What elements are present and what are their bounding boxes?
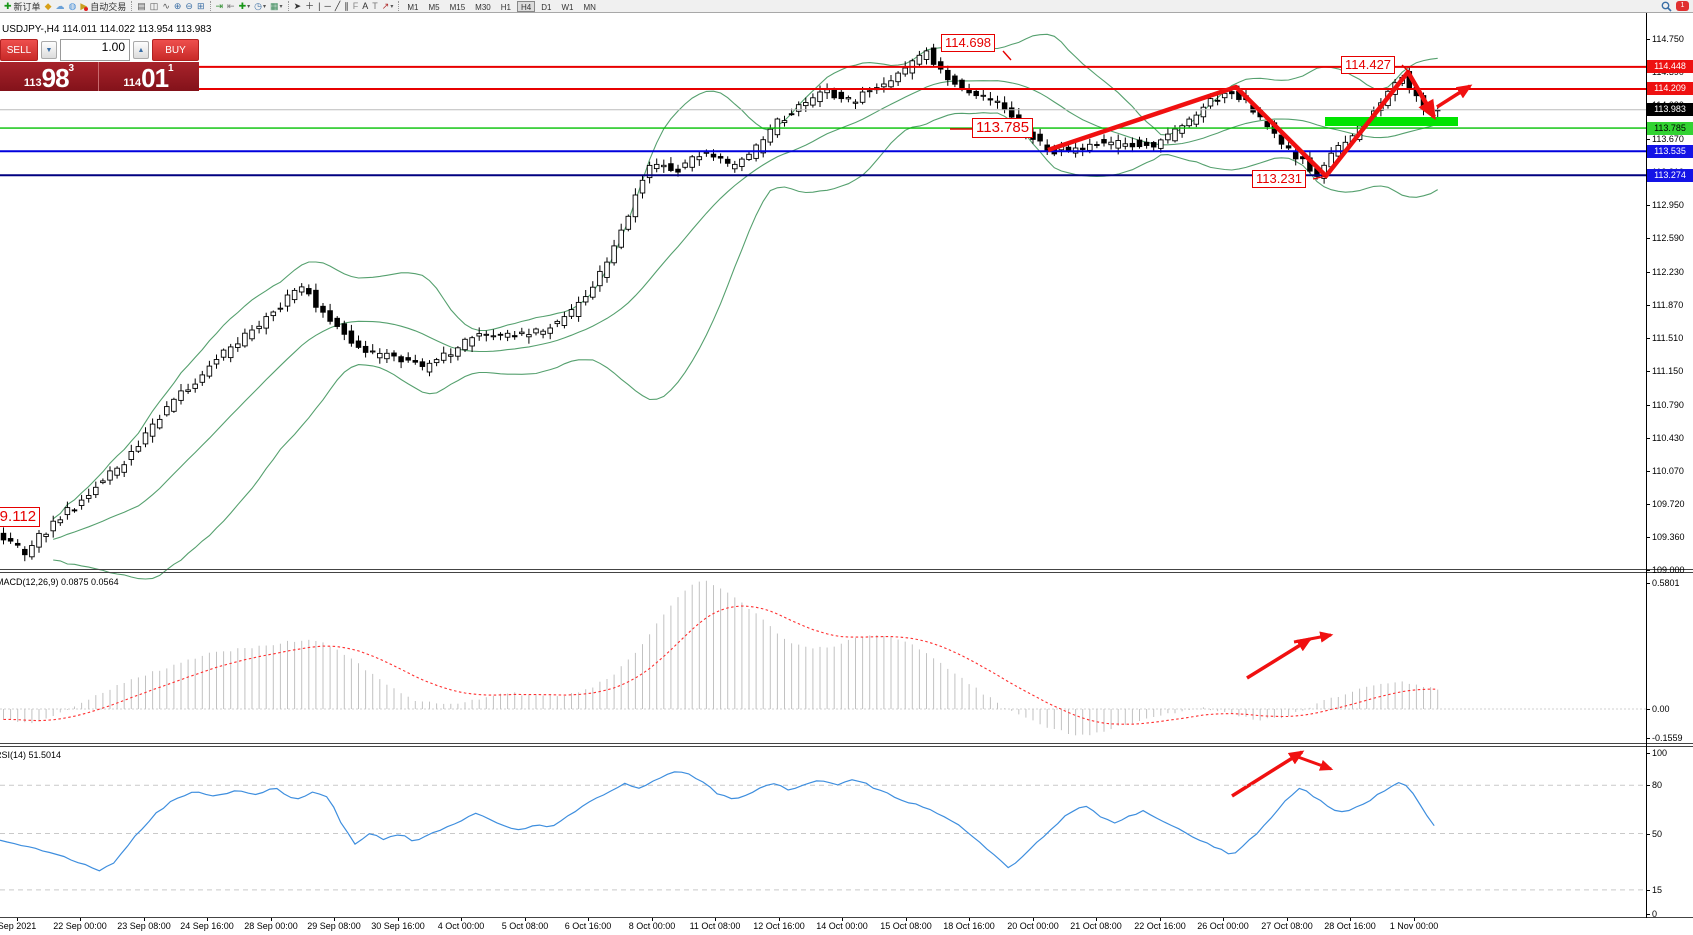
ask-pips: 01 [141,66,168,90]
panel-separator[interactable] [0,572,1693,573]
volume-increase-button[interactable]: ▲ [133,41,149,59]
mt4-terminal-window: ✚新订单◆☁◍▶自动交易▤◫∿⊕⊖⊞⇥⇤✚▾◷▾▦▾➤＋|─╱∥FAT↗▾M1M… [0,0,1693,935]
one-click-trading-widget: SELL ▼ 1.00 ▲ BUY 113 98 3 114 01 1 [0,38,199,91]
bid-price[interactable]: 113 98 3 [0,62,99,91]
volume-decrease-button[interactable]: ▼ [41,41,57,59]
symbol-period-label: USDJPY-,H4 [2,24,59,35]
price-callout[interactable]: 109.112 [0,507,40,527]
volume-input[interactable]: 1.00 [60,39,130,61]
main-chart-panel[interactable] [0,13,1646,569]
chart-title: USDJPY-,H4 114.011 114.022 113.954 113.9… [2,24,211,35]
ask-pipette: 1 [168,64,174,74]
price-callout[interactable]: 113.785 [972,118,1033,138]
buy-button[interactable]: BUY [152,39,199,61]
ask-big-figure: 114 [123,77,141,90]
time-axis[interactable] [0,918,1646,935]
bid-big-figure: 113 [24,77,42,90]
rsi-panel[interactable] [0,748,1646,917]
bid-pips: 98 [42,66,69,90]
price-callout[interactable]: 114.427 [1341,56,1395,74]
macd-label: MACD(12,26,9) 0.0875 0.0564 [0,577,119,587]
macd-panel[interactable] [0,574,1646,743]
price-callout[interactable]: 114.698 [941,34,995,52]
ohlc-values: 114.011 114.022 113.954 113.983 [62,24,211,35]
panel-separator[interactable] [0,743,1693,744]
panel-separator[interactable] [0,569,1693,570]
price-callout[interactable]: 113.231 [1252,170,1306,188]
panel-separator[interactable] [0,746,1693,747]
rsi-label: RSI(14) 51.5014 [0,750,61,760]
bid-pipette: 3 [69,64,75,74]
ask-price[interactable]: 114 01 1 [99,62,198,91]
price-axis[interactable] [1646,13,1693,918]
sell-button[interactable]: SELL [0,39,38,61]
